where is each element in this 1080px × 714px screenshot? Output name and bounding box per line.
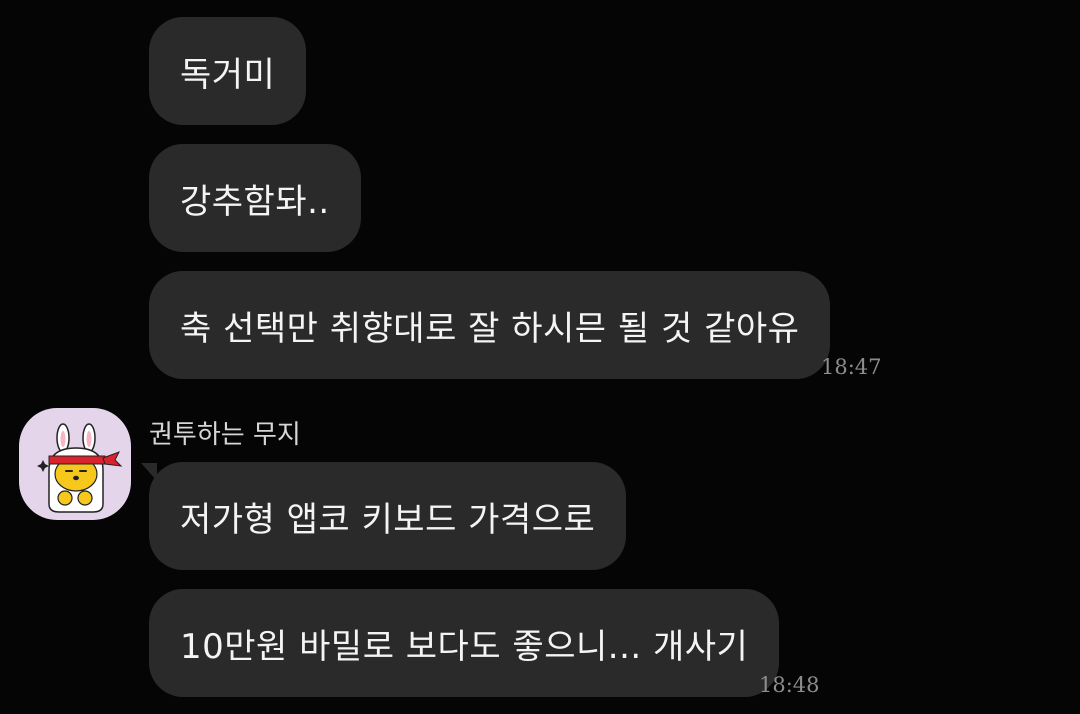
message-bubble[interactable]: 강추함돠.. — [149, 144, 361, 252]
message-text: 독거미 — [180, 54, 276, 95]
message-bubble[interactable]: 저가형 앱코 키보드 가격으로 — [149, 462, 627, 570]
message-bubble[interactable]: 축 선택만 취향대로 잘 하시믄 될 것 같아유 — [149, 271, 831, 379]
message-text: 저가형 앱코 키보드 가격으로 — [180, 499, 596, 540]
boxing-rabbit-muzi-icon — [37, 423, 123, 513]
message-bubble[interactable]: 독거미 — [149, 17, 307, 125]
message-text: 강추함돠.. — [180, 181, 330, 222]
message-bubble[interactable]: 10만원 바밀로 보다도 좋으니... 개사기 — [149, 589, 780, 697]
avatar[interactable] — [19, 408, 131, 520]
message-text: 10만원 바밀로 보다도 좋으니... 개사기 — [180, 626, 749, 667]
message-timestamp: 18:48 — [759, 673, 820, 697]
message-text: 축 선택만 취향대로 잘 하시믄 될 것 같아유 — [180, 308, 800, 349]
message-timestamp: 18:47 — [821, 355, 882, 379]
sender-name: 권투하는 무지 — [149, 420, 301, 450]
